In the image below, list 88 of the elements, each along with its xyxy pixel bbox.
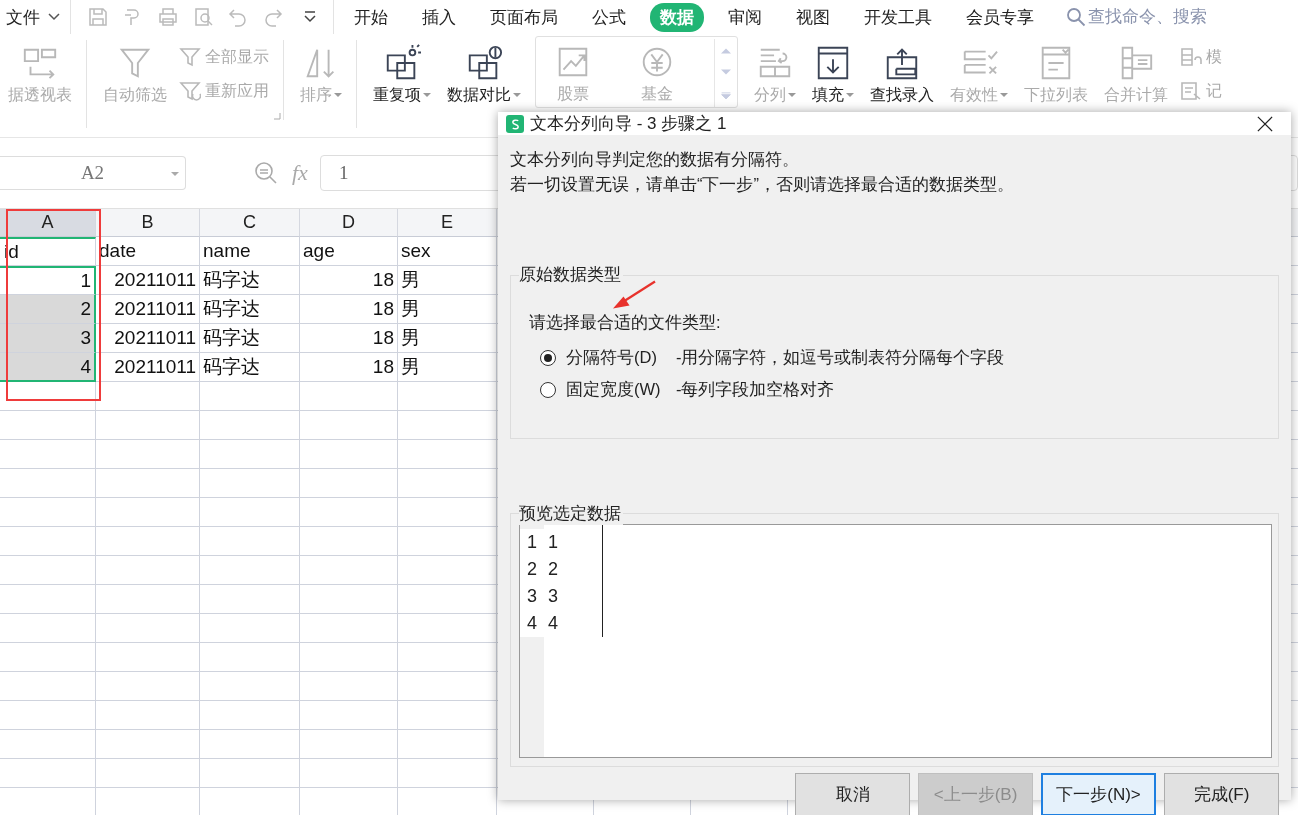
ribbon-icon <box>179 46 201 68</box>
dialog-button[interactable]: 完成(F) <box>1164 773 1279 815</box>
radio-label[interactable]: 固定宽度(W) <box>566 379 676 401</box>
zoom-icon[interactable] <box>254 161 278 185</box>
ribbon-icon <box>179 80 201 102</box>
table-cell: 1 <box>0 266 96 295</box>
undo-icon[interactable] <box>227 6 249 28</box>
table-cell: 码字达 <box>200 324 300 353</box>
ribbon-tab[interactable]: 审阅 <box>718 2 772 32</box>
table-cell: 20211011 <box>96 324 200 353</box>
search-field[interactable]: 查找命令、搜索 <box>1088 7 1208 27</box>
ribbon-button[interactable]: 填充 <box>804 40 862 104</box>
table-cell: name <box>200 237 300 266</box>
name-box[interactable]: A2 <box>0 156 186 190</box>
ribbon-icon <box>1180 80 1202 102</box>
table-cell: 码字达 <box>200 295 300 324</box>
caret-icon <box>334 93 342 97</box>
preview-cell-text: 3 <box>547 585 559 608</box>
table-cell: 男 <box>398 295 497 324</box>
table-cell: 18 <box>300 353 398 382</box>
ribbon-tab[interactable]: 开始 <box>344 2 398 32</box>
table-cell: 20211011 <box>96 266 200 295</box>
close-icon[interactable] <box>1257 115 1273 132</box>
instruction-text: 文本分列向导判定您的数据有分隔符。 <box>510 149 800 170</box>
option-hint: -用分隔字符，如逗号或制表符分隔每个字段 <box>676 347 1005 368</box>
save-icon[interactable] <box>87 6 109 28</box>
table-cell: 18 <box>300 295 398 324</box>
row-number: 2 <box>520 556 544 583</box>
group-title: 预览选定数据 <box>519 503 623 525</box>
annotation-arrow <box>611 280 657 310</box>
table-cell: 18 <box>300 324 398 353</box>
table-cell: 3 <box>0 324 96 353</box>
ribbon-tab[interactable]: 插入 <box>412 2 466 32</box>
dialog-button[interactable]: 下一步(N)> <box>1041 773 1156 815</box>
table-cell: 20211011 <box>96 295 200 324</box>
column-header[interactable]: A <box>0 209 96 237</box>
redo-icon[interactable] <box>262 6 284 28</box>
table-cell: 码字达 <box>200 266 300 295</box>
table-cell: sex <box>398 237 497 266</box>
search-icon <box>1066 7 1086 27</box>
print-icon[interactable] <box>157 6 179 28</box>
print-preview-icon[interactable] <box>192 6 214 28</box>
prompt-text: 请选择最合适的文件类型: <box>529 312 721 333</box>
ribbon-tab[interactable]: 开发工具 <box>854 2 942 32</box>
table-cell: date <box>96 237 200 266</box>
preview-cell-text: 4 <box>547 612 559 635</box>
table-cell: 男 <box>398 353 497 382</box>
radio-button[interactable] <box>540 382 556 398</box>
caret-icon <box>1000 93 1008 97</box>
caret-icon <box>846 93 854 97</box>
caret-icon <box>788 93 796 97</box>
instruction-text: 若一切设置无误，请单击“下一步”，否则请选择最合适的数据类型。 <box>510 174 1015 195</box>
ribbon-button[interactable]: 查找录入 <box>862 40 942 104</box>
table-cell: 男 <box>398 324 497 353</box>
row-number: 4 <box>520 610 544 637</box>
table-cell: age <box>300 237 398 266</box>
column-header[interactable]: D <box>300 209 398 237</box>
table-cell: 4 <box>0 353 96 382</box>
ribbon-tab[interactable]: 视图 <box>786 2 840 32</box>
table-cell: 码字达 <box>200 353 300 382</box>
table-cell: 男 <box>398 266 497 295</box>
dialog-button[interactable]: 取消 <box>795 773 910 815</box>
ribbon-tab[interactable]: 页面布局 <box>480 2 568 32</box>
radio-label[interactable]: 分隔符号(D) <box>566 347 676 369</box>
ribbon-tab[interactable]: 公式 <box>582 2 636 32</box>
ribbon-tab[interactable]: 会员专享 <box>956 2 1044 32</box>
caret-icon[interactable] <box>48 13 60 21</box>
ribbon-button[interactable]: 数据对比 <box>439 40 529 104</box>
table-cell: 2 <box>0 295 96 324</box>
table-cell: 18 <box>300 266 398 295</box>
caret-icon <box>513 93 521 97</box>
ribbon-icon <box>1180 46 1202 68</box>
group-title: 原始数据类型 <box>519 264 623 286</box>
table-cell: 20211011 <box>96 353 200 382</box>
file-menu[interactable]: 文件 <box>0 0 71 34</box>
row-number: 3 <box>520 583 544 610</box>
column-header[interactable]: E <box>398 209 497 237</box>
column-header[interactable]: B <box>96 209 200 237</box>
ribbon-button[interactable]: 重复项 <box>365 40 439 104</box>
dropdown-icon[interactable] <box>303 10 317 24</box>
preview-cell-text: 1 <box>547 531 559 554</box>
radio-button[interactable] <box>540 350 556 366</box>
caret-icon <box>423 93 431 97</box>
option-hint: -每列字段加空格对齐 <box>676 379 835 400</box>
column-header[interactable]: C <box>200 209 300 237</box>
row-number: 1 <box>520 529 544 556</box>
dialog-title: 文本分列向导 - 3 步骤之 1 <box>530 113 728 135</box>
preview-cell-text: 2 <box>547 558 559 581</box>
